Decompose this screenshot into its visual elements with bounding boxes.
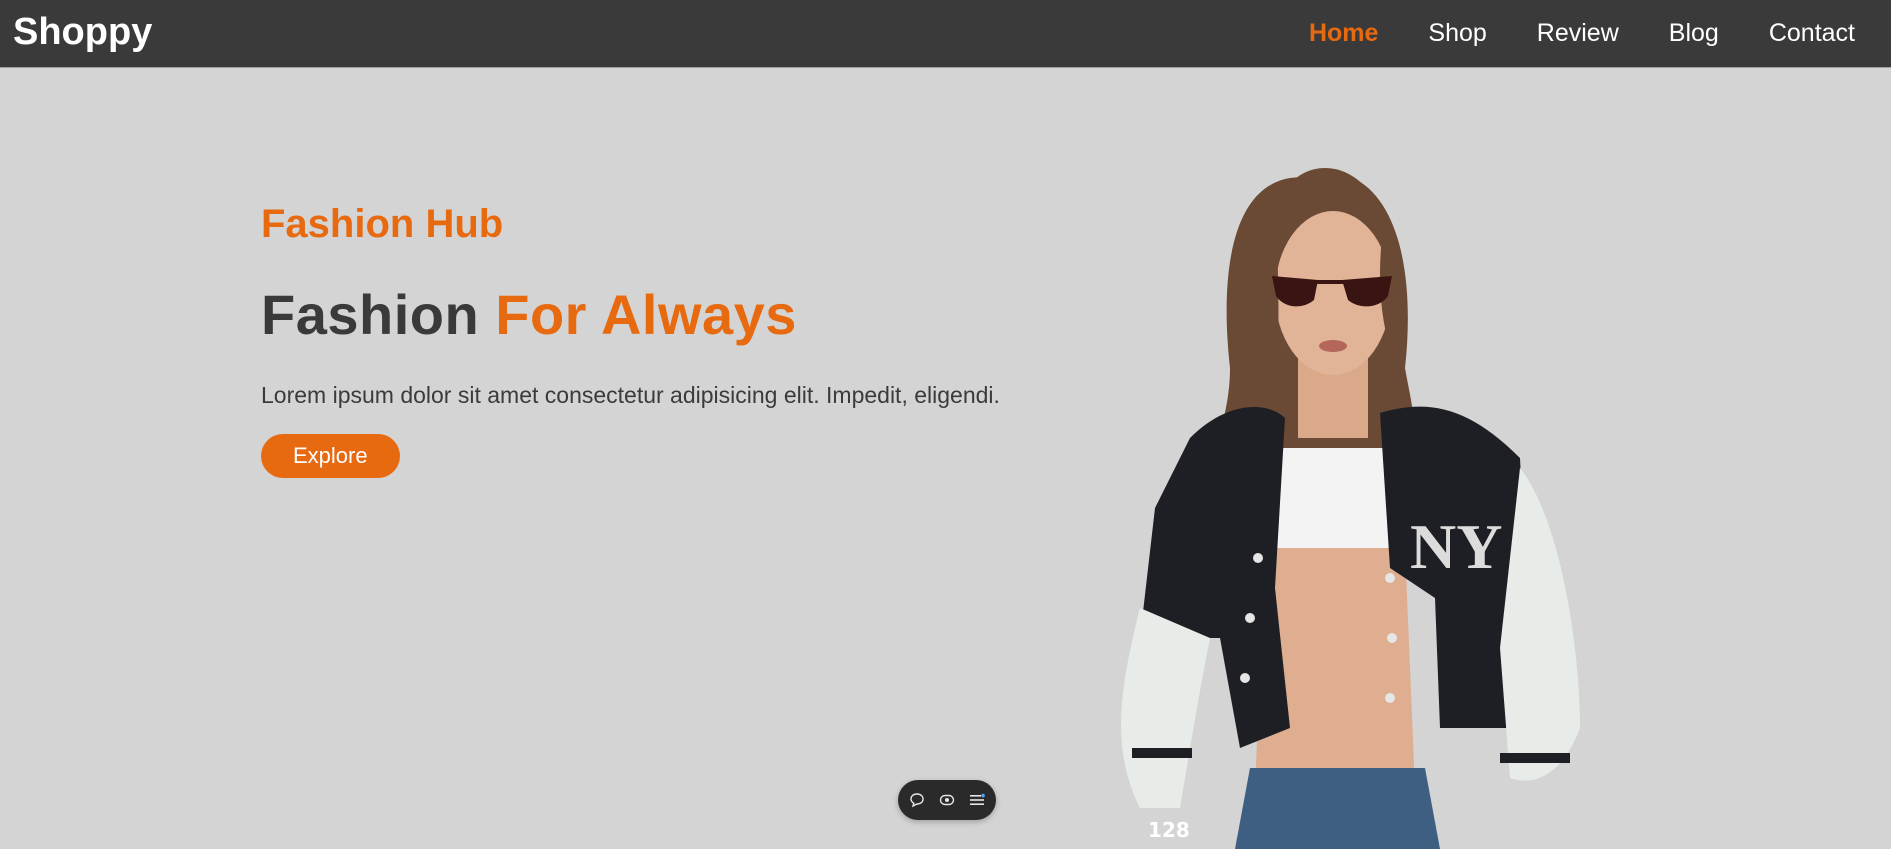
svg-text:NY: NY bbox=[1410, 511, 1502, 582]
nav-link-blog[interactable]: Blog bbox=[1669, 19, 1719, 48]
brand-logo[interactable]: Shoppy bbox=[13, 10, 152, 54]
image-counter-label: 128 bbox=[1148, 818, 1190, 842]
nav-link-home[interactable]: Home bbox=[1309, 19, 1378, 48]
hero-eyebrow: Fashion Hub bbox=[261, 202, 504, 246]
top-navbar: Shoppy Home Shop Review Blog Contact bbox=[0, 0, 1891, 67]
comment-icon[interactable] bbox=[908, 791, 926, 809]
floating-toolbar bbox=[898, 780, 996, 820]
hero-headline: Fashion For Always bbox=[261, 280, 1081, 350]
hero-headline-main: Fashion bbox=[261, 283, 480, 346]
nav-link-contact[interactable]: Contact bbox=[1769, 19, 1855, 48]
hero-description: Lorem ipsum dolor sit amet consectetur a… bbox=[261, 382, 1000, 408]
menu-icon[interactable] bbox=[968, 791, 986, 809]
nav-link-shop[interactable]: Shop bbox=[1428, 19, 1486, 48]
hero-section: Fashion Hub Fashion For Always Lorem ips… bbox=[261, 196, 1081, 478]
model-illustration: NY bbox=[1121, 168, 1580, 849]
hero-headline-accent: For Always bbox=[495, 283, 797, 346]
eye-icon[interactable] bbox=[938, 791, 956, 809]
hero-model-image: NY bbox=[1080, 168, 1600, 849]
nav-links: Home Shop Review Blog Contact bbox=[1309, 0, 1855, 67]
nav-link-review[interactable]: Review bbox=[1537, 19, 1619, 48]
explore-button[interactable]: Explore bbox=[261, 434, 400, 478]
